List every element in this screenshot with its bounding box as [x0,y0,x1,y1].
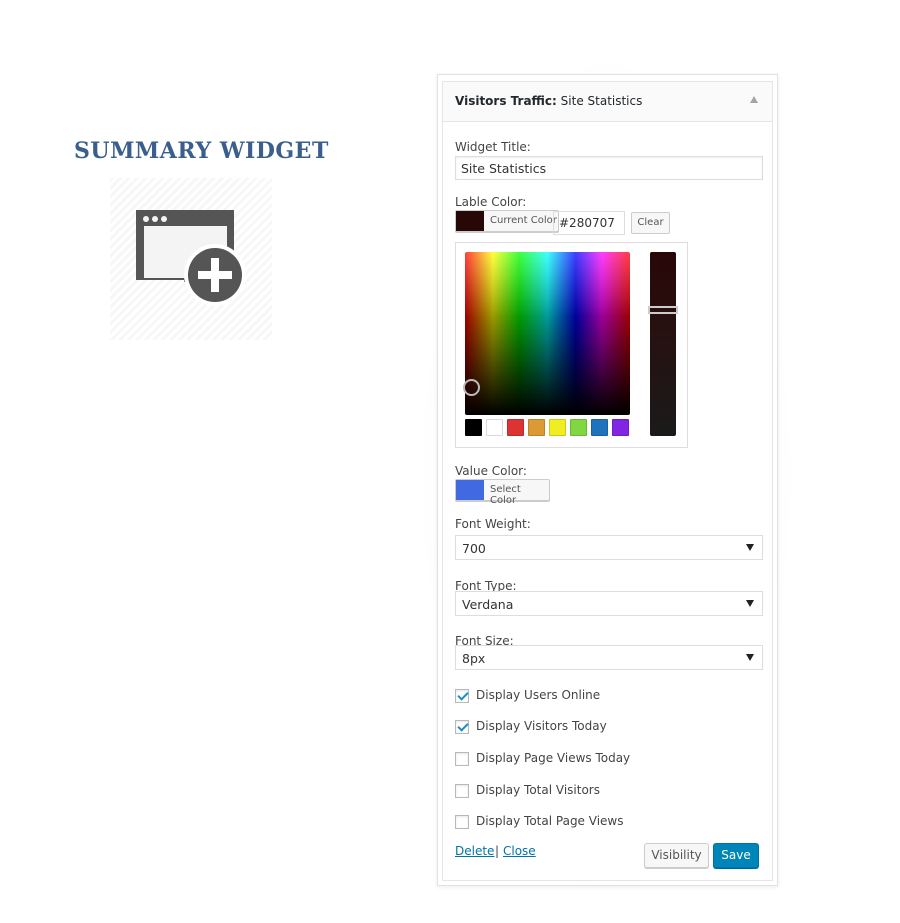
value-color-swatch [456,480,484,500]
display-page-views-today-checkbox[interactable] [455,752,469,766]
widget-panel: Visitors Traffic: Site Statistics Widget… [437,74,778,886]
value-color-label: Value Color: [455,464,527,478]
lightness-slider[interactable] [648,252,678,436]
display-total-visitors-label: Display Total Visitors [476,783,600,797]
footer-separator: | [495,844,500,858]
display-users-online-label: Display Users Online [476,688,601,702]
palette-swatch[interactable] [570,419,587,436]
font-weight-value: 700 [462,541,486,556]
select-color-button[interactable]: Select Color [455,479,550,506]
color-picker [455,242,688,448]
display-total-page-views-checkbox[interactable] [455,815,469,829]
font-size-value: 8px [462,651,486,666]
palette-swatch[interactable] [612,419,629,436]
display-page-views-today-label: Display Page Views Today [476,751,631,765]
label-color-label: Lable Color: [455,195,527,209]
collapse-arrow-icon[interactable] [750,96,758,103]
add-window-icon [136,210,246,306]
palette-swatch[interactable] [528,419,545,436]
palette-swatch[interactable] [591,419,608,436]
font-weight-label: Font Weight: [455,517,531,531]
palette-swatch[interactable] [549,419,566,436]
current-color-swatch [456,211,484,231]
saturation-cursor[interactable] [463,379,480,396]
widget-title-input[interactable]: Site Statistics [455,156,763,180]
current-color-button-label: Current Color [490,215,557,226]
widget-body: Widget Title: Site Statistics Lable Colo… [442,122,773,881]
promo-title: SUMMARY WIDGET [74,138,329,164]
display-total-visitors-checkbox[interactable] [455,784,469,798]
clear-color-button[interactable]: Clear [631,212,670,234]
font-type-select[interactable]: Verdana [455,591,763,616]
display-users-online-checkbox[interactable] [455,689,469,703]
current-color-button[interactable]: Current Color [455,210,559,232]
saturation-area[interactable] [463,252,630,415]
display-visitors-today-checkbox[interactable] [455,720,469,734]
display-visitors-today-label: Display Visitors Today [476,719,607,733]
font-type-value: Verdana [462,597,514,612]
widget-header[interactable]: Visitors Traffic: Site Statistics [442,81,773,122]
palette-swatch[interactable] [507,419,524,436]
visibility-button[interactable]: Visibility [644,843,709,868]
close-link[interactable]: Close [503,844,536,858]
widget-header-title: Visitors Traffic: Site Statistics [455,94,643,108]
lightness-slider-handle[interactable] [648,306,678,314]
palette-swatch[interactable] [465,419,482,436]
font-size-select[interactable]: 8px [455,645,763,670]
palette-swatch[interactable] [486,419,503,436]
select-color-button-label: Select Color [490,484,521,506]
delete-link[interactable]: Delete [455,844,494,858]
promo-icon-container [110,178,272,340]
font-weight-select[interactable]: 700 [455,535,763,560]
dropdown-arrow-icon [746,654,754,661]
dropdown-arrow-icon [746,600,754,607]
hex-color-input[interactable]: #280707 [553,211,625,235]
dropdown-arrow-icon [746,544,754,551]
save-button[interactable]: Save [713,843,759,868]
display-total-page-views-label: Display Total Page Views [476,814,624,828]
widget-title-label: Widget Title: [455,140,531,154]
